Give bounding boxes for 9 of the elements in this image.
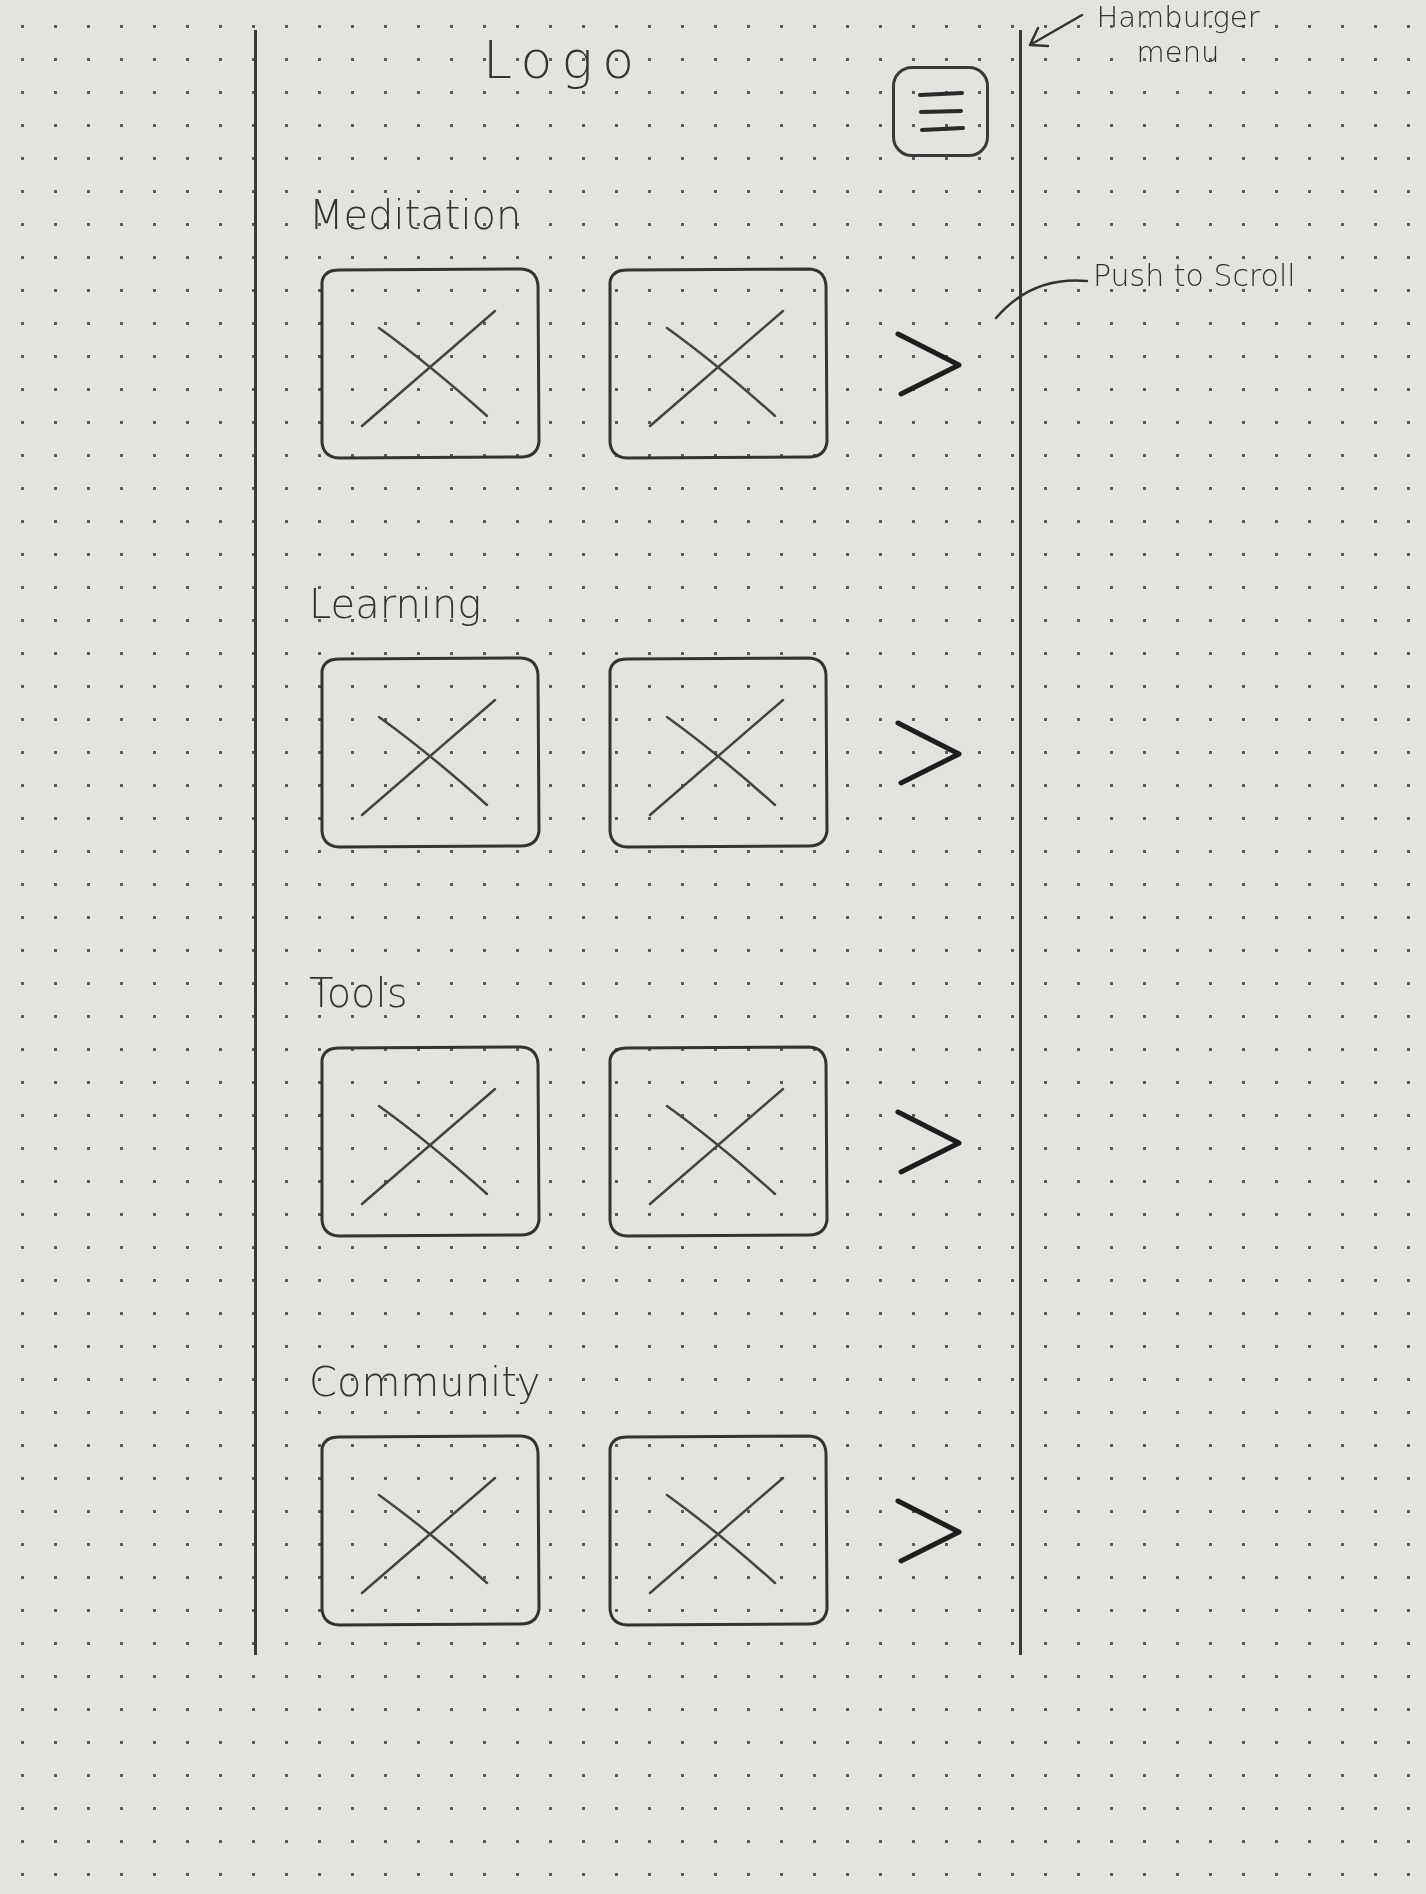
section-title: Learning	[309, 580, 482, 629]
annotation-text: Hamburger menu	[1095, 0, 1261, 70]
section-title: Community	[309, 1358, 541, 1407]
section-title: Tools	[309, 969, 408, 1018]
menu-icon	[916, 89, 965, 134]
annotation-text: Push to Scroll	[1093, 257, 1296, 295]
menu-button[interactable]	[892, 66, 989, 157]
logo: Logo	[483, 30, 644, 90]
section-title: Meditation	[309, 191, 522, 240]
